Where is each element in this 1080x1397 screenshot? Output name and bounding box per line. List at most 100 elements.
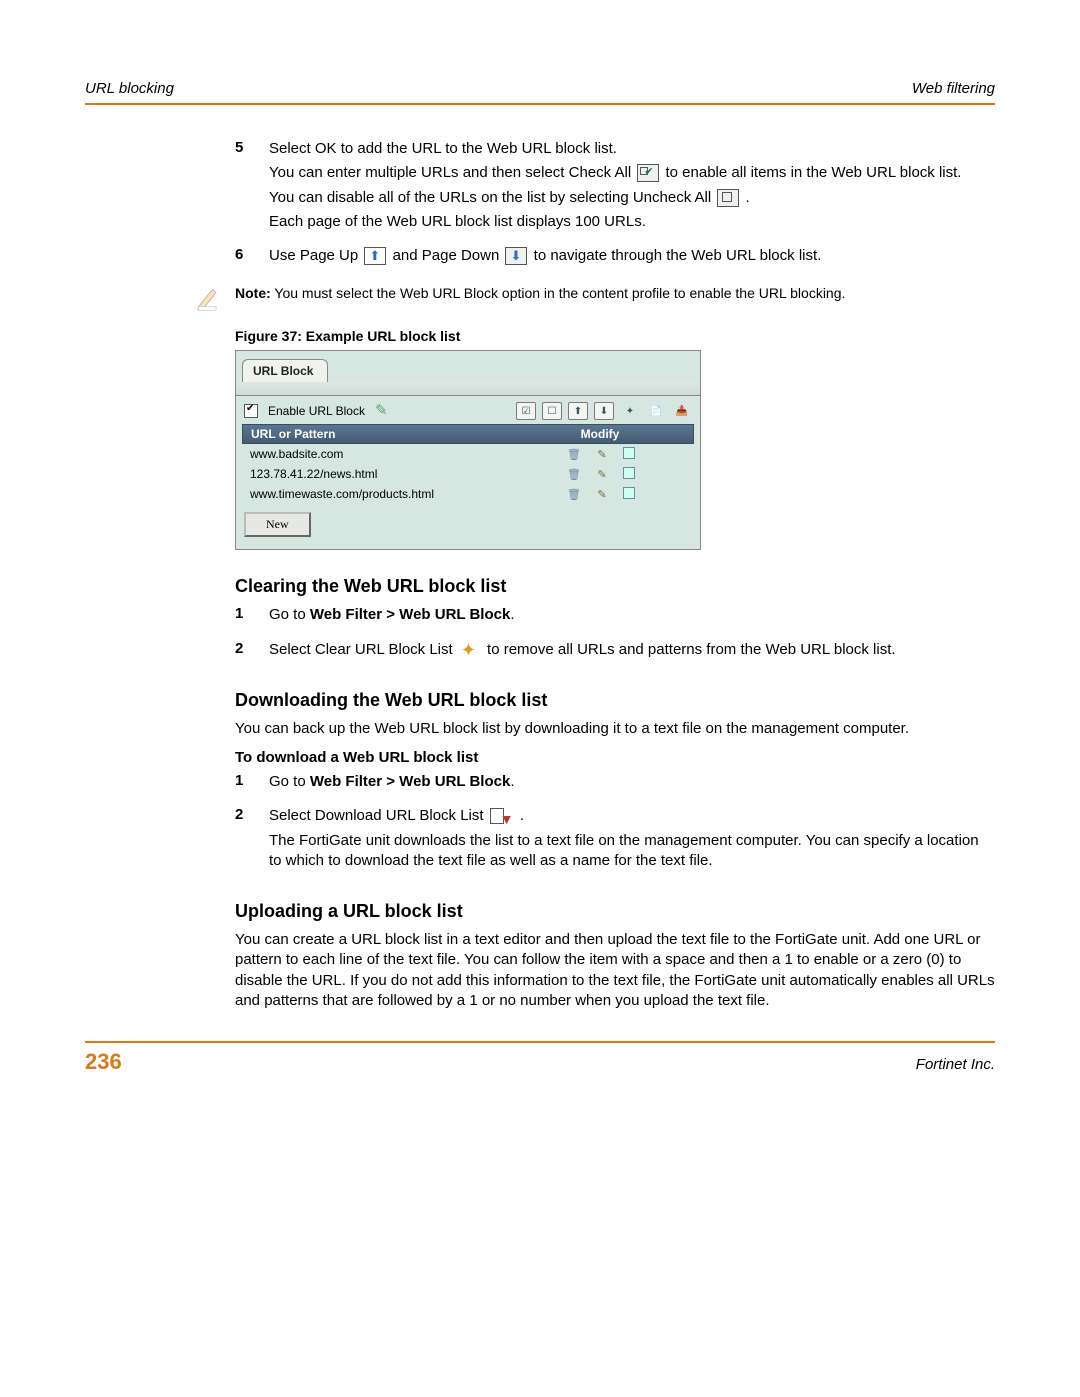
col-url: URL or Pattern: [251, 427, 515, 441]
main-content: 5 Select OK to add the URL to the Web UR…: [235, 139, 995, 1011]
step-body: Go to Web Filter > Web URL Block.: [269, 772, 995, 796]
download-list-icon: [490, 808, 514, 824]
text: Use Page Up: [269, 247, 362, 264]
edit-icon[interactable]: [375, 404, 391, 418]
text: .: [746, 189, 750, 206]
check-all-icon: [637, 164, 659, 182]
delete-icon[interactable]: 🗑: [567, 467, 581, 481]
header-left: URL blocking: [85, 80, 174, 97]
step-2: 2 Select Download URL Block List . The F…: [235, 806, 995, 875]
table-row: www.timewaste.com/products.html 🗑 ✎: [242, 484, 694, 504]
cell-url: 123.78.41.22/news.html: [250, 467, 516, 481]
text: to remove all URLs and patterns from the…: [487, 641, 896, 658]
step-body: Select OK to add the URL to the Web URL …: [269, 139, 995, 236]
sub-procedure-heading: To download a Web URL block list: [235, 749, 995, 766]
nav-path: Web Filter > Web URL Block: [310, 773, 510, 790]
toggle-icon[interactable]: [623, 487, 635, 499]
step-body: Select Download URL Block List . The For…: [269, 806, 995, 875]
document-page: URL blocking Web filtering 5 Select OK t…: [0, 0, 1080, 1135]
text: You can enter multiple URLs and then sel…: [269, 164, 635, 181]
table-row: www.badsite.com 🗑 ✎: [242, 444, 694, 464]
text: Select Clear URL Block List: [269, 641, 457, 658]
upload-list-icon[interactable]: 📄: [646, 402, 666, 420]
footer-rule: [85, 1041, 995, 1043]
uploading-body: You can create a URL block list in a tex…: [235, 930, 995, 1011]
step-text: The FortiGate unit downloads the list to…: [269, 831, 995, 872]
page-down-icon[interactable]: ⬇: [594, 402, 614, 420]
delete-icon[interactable]: 🗑: [567, 447, 581, 461]
page-footer: 236 Fortinet Inc.: [85, 1049, 995, 1075]
new-button[interactable]: New: [244, 512, 311, 537]
step-body: Use Page Up and Page Down to navigate th…: [269, 246, 995, 270]
step-list-1: 5 Select OK to add the URL to the Web UR…: [235, 139, 995, 270]
text: Go to: [269, 773, 310, 790]
footer-brand: Fortinet Inc.: [916, 1056, 995, 1073]
delete-icon[interactable]: 🗑: [567, 487, 581, 501]
page-up-icon: [364, 247, 386, 265]
tab-url-block[interactable]: URL Block: [242, 359, 328, 382]
note-block: Note: You must select the Web URL Block …: [195, 284, 995, 312]
step-list-downloading: 1 Go to Web Filter > Web URL Block. 2 Se…: [235, 772, 995, 875]
step-text: You can enter multiple URLs and then sel…: [269, 163, 995, 183]
step-body: Select Clear URL Block List to remove al…: [269, 640, 995, 664]
figure-caption: Figure 37: Example URL block list: [235, 328, 995, 344]
step-body: Go to Web Filter > Web URL Block.: [269, 605, 995, 629]
step-1: 1 Go to Web Filter > Web URL Block.: [235, 605, 995, 629]
url-block-panel: URL Block Enable URL Block ☑ ☐ ⬆ ⬇ ✦ 📄 📥…: [235, 350, 701, 550]
heading-clearing: Clearing the Web URL block list: [235, 576, 995, 597]
uncheck-all-icon: [717, 189, 739, 207]
cell-url: www.timewaste.com/products.html: [250, 487, 516, 501]
text: to enable all items in the Web URL block…: [666, 164, 962, 181]
nav-path: Web Filter > Web URL Block: [310, 606, 510, 623]
step-2: 2 Select Clear URL Block List to remove …: [235, 640, 995, 664]
note-icon-cell: [195, 284, 235, 312]
text: Go to: [269, 606, 310, 623]
step-list-clearing: 1 Go to Web Filter > Web URL Block. 2 Se…: [235, 605, 995, 664]
intro-text: You can back up the Web URL block list b…: [235, 719, 995, 739]
uncheck-all-icon[interactable]: ☐: [542, 402, 562, 420]
enable-checkbox[interactable]: [244, 404, 258, 418]
tabstrip: [236, 381, 700, 396]
col-modify: Modify: [515, 427, 685, 441]
panel-toolbar: Enable URL Block ☑ ☐ ⬆ ⬇ ✦ 📄 📥: [236, 396, 700, 422]
step-text: You can disable all of the URLs on the l…: [269, 188, 995, 208]
step-number: 1: [235, 772, 269, 796]
edit-icon[interactable]: ✎: [595, 467, 609, 481]
step-text: Go to Web Filter > Web URL Block.: [269, 772, 995, 792]
step-text: Each page of the Web URL block list disp…: [269, 212, 995, 232]
text: Select Download URL Block List: [269, 807, 488, 824]
note-body: You must select the Web URL Block option…: [274, 285, 845, 301]
edit-icon[interactable]: ✎: [595, 487, 609, 501]
text: .: [510, 606, 514, 623]
step-text: Use Page Up and Page Down to navigate th…: [269, 246, 995, 266]
step-text: Select Clear URL Block List to remove al…: [269, 640, 995, 660]
download-list-icon[interactable]: 📥: [672, 402, 692, 420]
toggle-icon[interactable]: [623, 467, 635, 479]
text: .: [520, 807, 524, 824]
table-rows: www.badsite.com 🗑 ✎ 123.78.41.22/news.ht…: [242, 444, 694, 504]
clear-list-icon: [459, 642, 481, 658]
table-row: 123.78.41.22/news.html 🗑 ✎: [242, 464, 694, 484]
step-5: 5 Select OK to add the URL to the Web UR…: [235, 139, 995, 236]
page-up-icon[interactable]: ⬆: [568, 402, 588, 420]
note-text: Note: You must select the Web URL Block …: [235, 284, 845, 312]
header-right: Web filtering: [912, 80, 995, 97]
text: to navigate through the Web URL block li…: [534, 247, 822, 264]
step-text: Select Download URL Block List .: [269, 806, 995, 826]
step-number: 1: [235, 605, 269, 629]
note-pen-icon: [195, 284, 223, 312]
check-all-icon[interactable]: ☑: [516, 402, 536, 420]
step-text: Select OK to add the URL to the Web URL …: [269, 139, 995, 159]
heading-downloading: Downloading the Web URL block list: [235, 690, 995, 711]
page-down-icon: [505, 247, 527, 265]
toggle-icon[interactable]: [623, 447, 635, 459]
page-number: 236: [85, 1049, 122, 1075]
step-number: 2: [235, 640, 269, 664]
step-6: 6 Use Page Up and Page Down to navigate …: [235, 246, 995, 270]
edit-icon[interactable]: ✎: [595, 447, 609, 461]
header-rule: [85, 103, 995, 105]
cell-url: www.badsite.com: [250, 447, 516, 461]
table-header: URL or Pattern Modify: [242, 424, 694, 444]
clear-list-icon[interactable]: ✦: [620, 402, 640, 420]
step-text: Go to Web Filter > Web URL Block.: [269, 605, 995, 625]
